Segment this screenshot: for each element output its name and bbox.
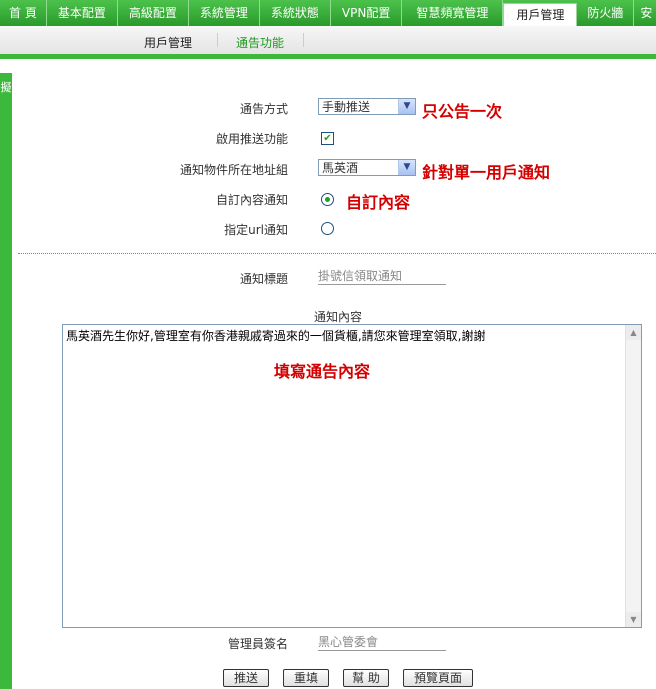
title-input[interactable] [318,266,446,285]
signature-label: 管理員簽名 [227,637,288,651]
annotation-once: 只公告一次 [422,102,503,121]
annotation-custom: 自訂內容 [346,193,411,212]
tab-user-management[interactable]: 用戶管理 [503,3,578,26]
scroll-down-icon[interactable]: ▼ [626,612,641,627]
annotation-fill-content: 填寫通告內容 [274,362,371,381]
preview-button[interactable]: 預覽頁面 [403,669,473,687]
sub-navigation: 用戶管理 通告功能 [0,26,656,59]
title-label: 通知標題 [239,272,288,286]
target-group-label: 通知物件所在地址組 [179,163,288,177]
tab-system-status[interactable]: 系統狀態 [260,0,331,26]
checkmark-icon: ✔ [323,133,332,144]
tab-vpn-config[interactable]: VPN配置 [331,0,403,26]
textarea-scrollbar[interactable]: ▲ ▼ [625,325,641,627]
custom-content-label: 自訂內容通知 [215,193,288,207]
tab-firewall[interactable]: 防火牆 [577,0,635,26]
subtab-notification[interactable]: 通告功能 [236,34,284,51]
target-group-value: 馬英酒 [322,161,359,175]
notify-mode-label: 通告方式 [239,102,288,116]
url-notify-radio[interactable] [321,222,334,235]
target-group-select[interactable]: 馬英酒 ▼ [318,159,416,176]
url-notify-label: 指定url通知 [224,223,288,237]
help-button[interactable]: 幫 助 [343,669,389,687]
content-label: 通知內容 [313,310,362,324]
chevron-down-icon: ▼ [398,160,415,175]
content-text: 馬英酒先生你好,管理室有你香港親戚寄過來的一個貨櫃,請您來管理室領取,謝謝 [66,329,486,343]
chevron-down-icon: ▼ [398,99,415,114]
signature-input[interactable] [318,632,446,651]
push-button[interactable]: 推送 [223,669,269,687]
scroll-up-icon[interactable]: ▲ [626,325,641,340]
subnav-divider [217,33,218,47]
enable-push-label: 啟用推送功能 [215,132,288,146]
tab-security[interactable]: 安 [634,0,656,26]
tab-system-management[interactable]: 系統管理 [189,0,260,26]
subnav-divider [303,33,304,47]
section-divider [18,253,656,254]
subtab-user-management[interactable]: 用戶管理 [144,34,192,51]
left-sidebar-strip: 擬 [0,73,12,689]
custom-content-radio[interactable] [321,193,334,206]
annotation-single-user: 針對單一用戶通知 [422,163,551,182]
tab-advanced-config[interactable]: 高級配置 [118,0,189,26]
top-navigation: 首 頁 基本配置 高級配置 系統管理 系統狀態 VPN配置 智慧頻寬管理 用戶管… [0,0,656,26]
tab-home[interactable]: 首 頁 [0,0,47,26]
enable-push-checkbox[interactable]: ✔ [321,132,334,145]
notify-mode-value: 手動推送 [322,100,371,114]
tab-basic-config[interactable]: 基本配置 [47,0,118,26]
tab-bandwidth-management[interactable]: 智慧頻寬管理 [402,0,504,26]
reset-button[interactable]: 重填 [283,669,329,687]
notify-mode-select[interactable]: 手動推送 ▼ [318,98,416,115]
left-sidebar-label: 擬 [0,81,12,94]
